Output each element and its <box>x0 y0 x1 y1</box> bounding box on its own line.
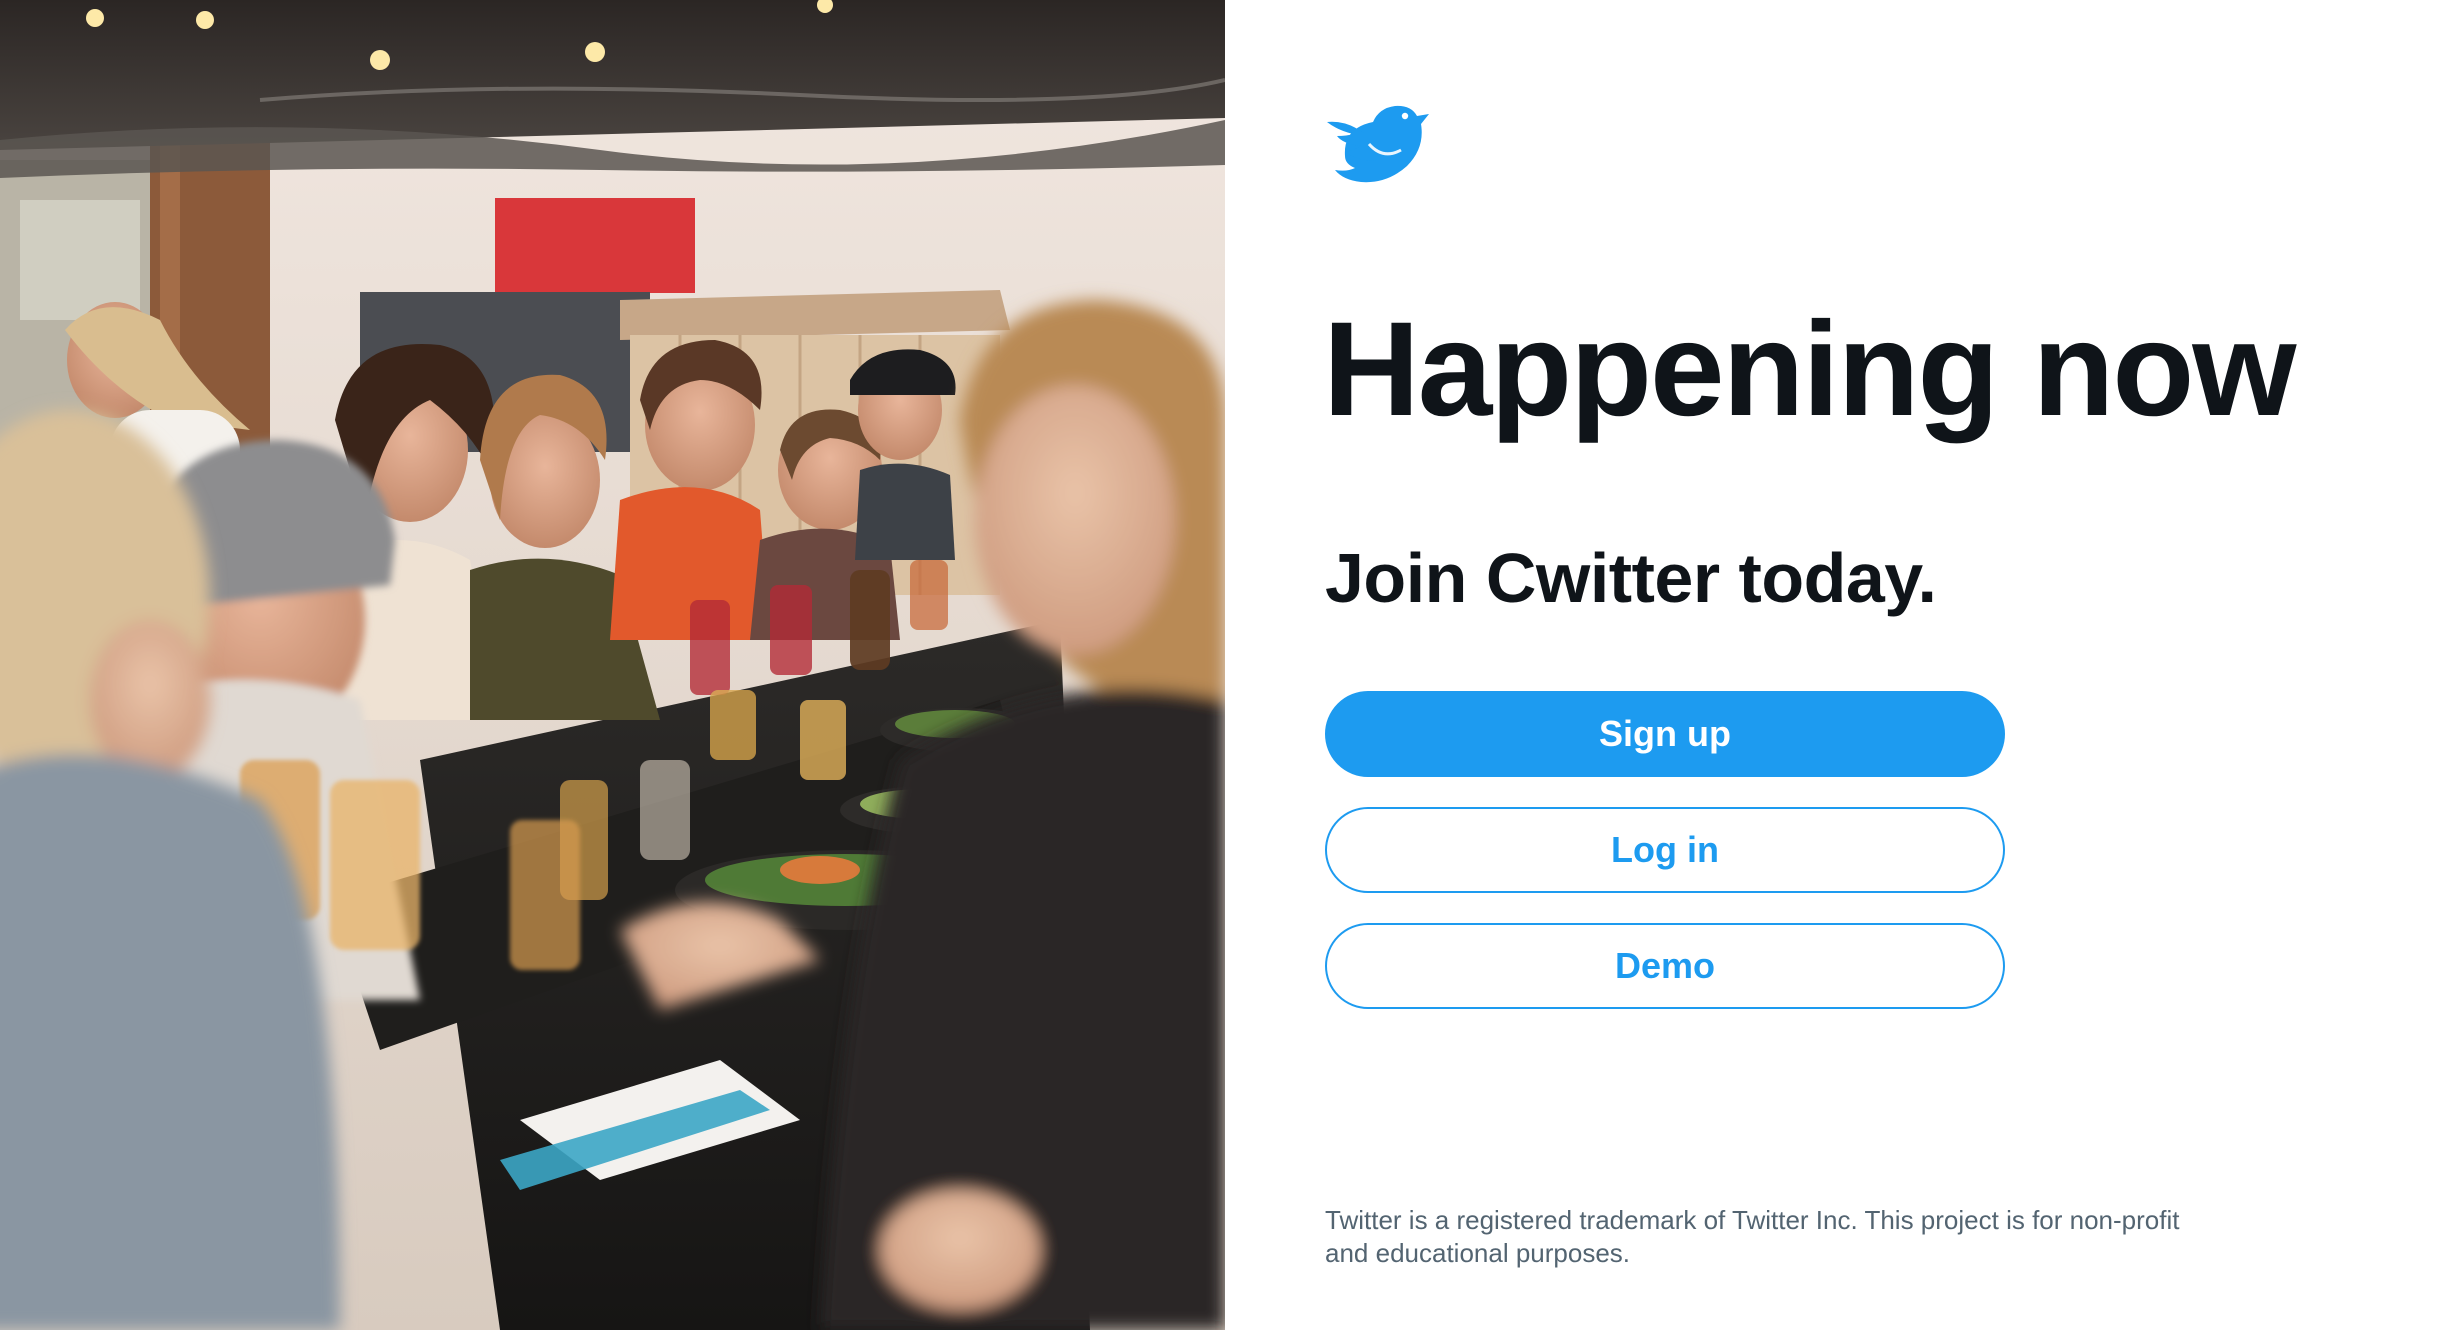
page-title: Happening now <box>1323 295 2296 444</box>
hero-photo-illustration <box>0 0 1225 1330</box>
landing-page: Happening now Join Cwitter today. Sign u… <box>0 0 2456 1330</box>
bird-icon <box>1325 100 1431 186</box>
demo-button[interactable]: Demo <box>1325 923 2005 1009</box>
trademark-disclaimer: Twitter is a registered trademark of Twi… <box>1325 1205 2180 1268</box>
page-subtitle: Join Cwitter today. <box>1325 539 1937 617</box>
sign-up-button[interactable]: Sign up <box>1325 691 2005 777</box>
signup-panel: Happening now Join Cwitter today. Sign u… <box>1225 0 2456 1330</box>
log-in-button[interactable]: Log in <box>1325 807 2005 893</box>
hero-image <box>0 0 1225 1330</box>
